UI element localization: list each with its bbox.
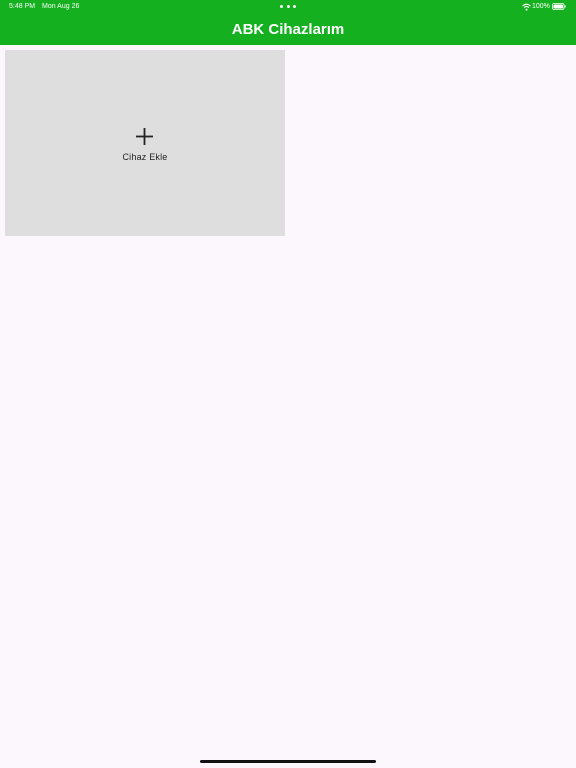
battery-percent: 100% <box>532 3 550 10</box>
plus-icon[interactable] <box>136 128 153 145</box>
status-date: Mon Aug 26 <box>42 3 80 10</box>
status-bar: 5:48 PM Mon Aug 26 100% <box>0 0 576 14</box>
home-indicator[interactable] <box>200 760 376 763</box>
battery-icon <box>552 3 566 10</box>
status-time: 5:48 PM <box>9 3 36 10</box>
wifi-icon <box>522 3 531 11</box>
page-title: ABK Cihazlarım <box>231 21 345 38</box>
multitasking-dots-icon[interactable] <box>280 5 296 9</box>
add-device-label[interactable]: Cihaz Ekle <box>5 152 285 163</box>
